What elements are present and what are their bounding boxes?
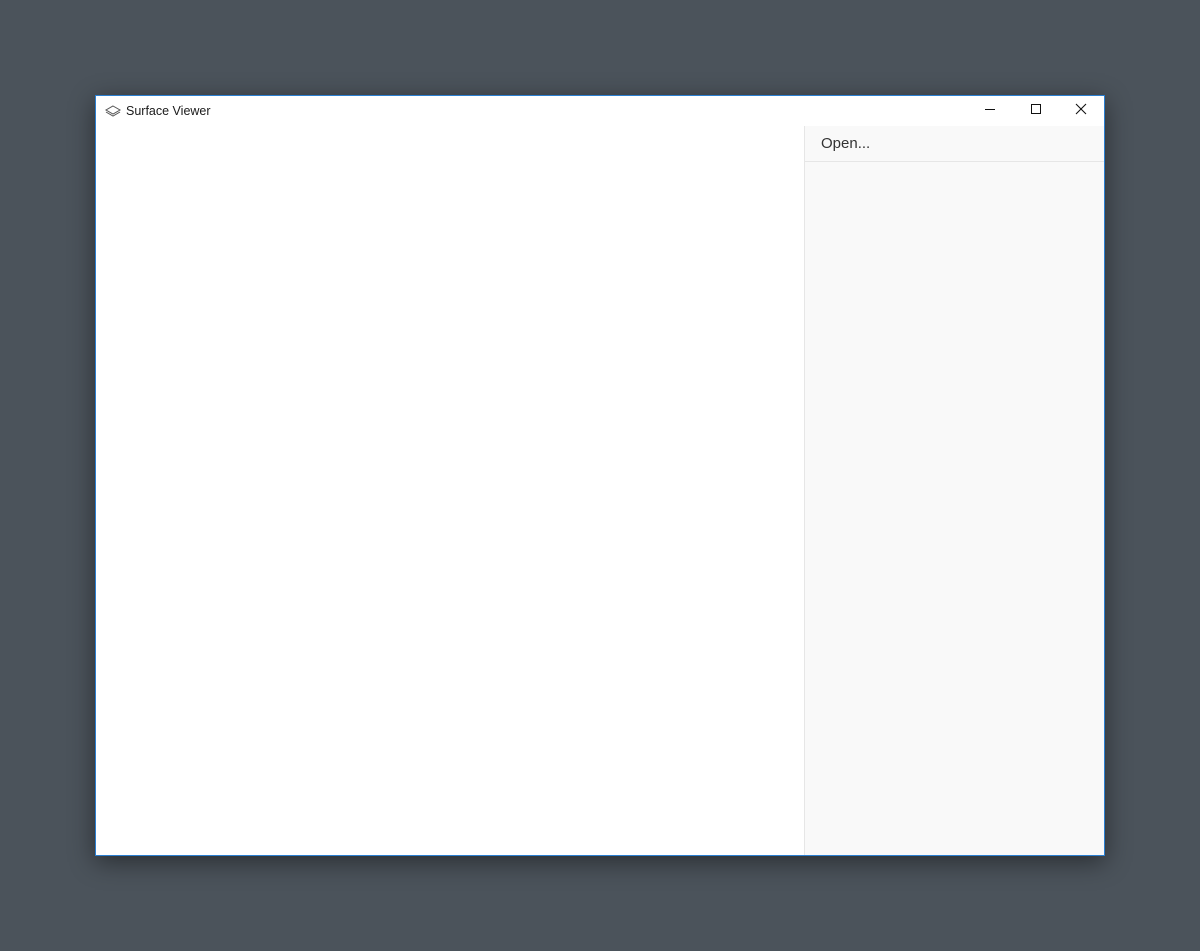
minimize-icon [984, 102, 996, 120]
surface-viewport[interactable] [96, 126, 804, 855]
open-button-label: Open... [821, 135, 871, 152]
minimize-button[interactable] [967, 96, 1013, 126]
open-button[interactable]: Open... [805, 126, 1104, 162]
app-window: Surface Viewer Open... [95, 95, 1105, 856]
window-title: Surface Viewer [126, 104, 211, 118]
maximize-button[interactable] [1013, 96, 1059, 126]
close-button[interactable] [1058, 96, 1104, 126]
side-panel: Open... [804, 126, 1104, 855]
close-icon [1075, 102, 1087, 120]
layers-icon [104, 104, 122, 118]
title-bar[interactable]: Surface Viewer [96, 96, 1104, 126]
maximize-icon [1030, 102, 1042, 120]
